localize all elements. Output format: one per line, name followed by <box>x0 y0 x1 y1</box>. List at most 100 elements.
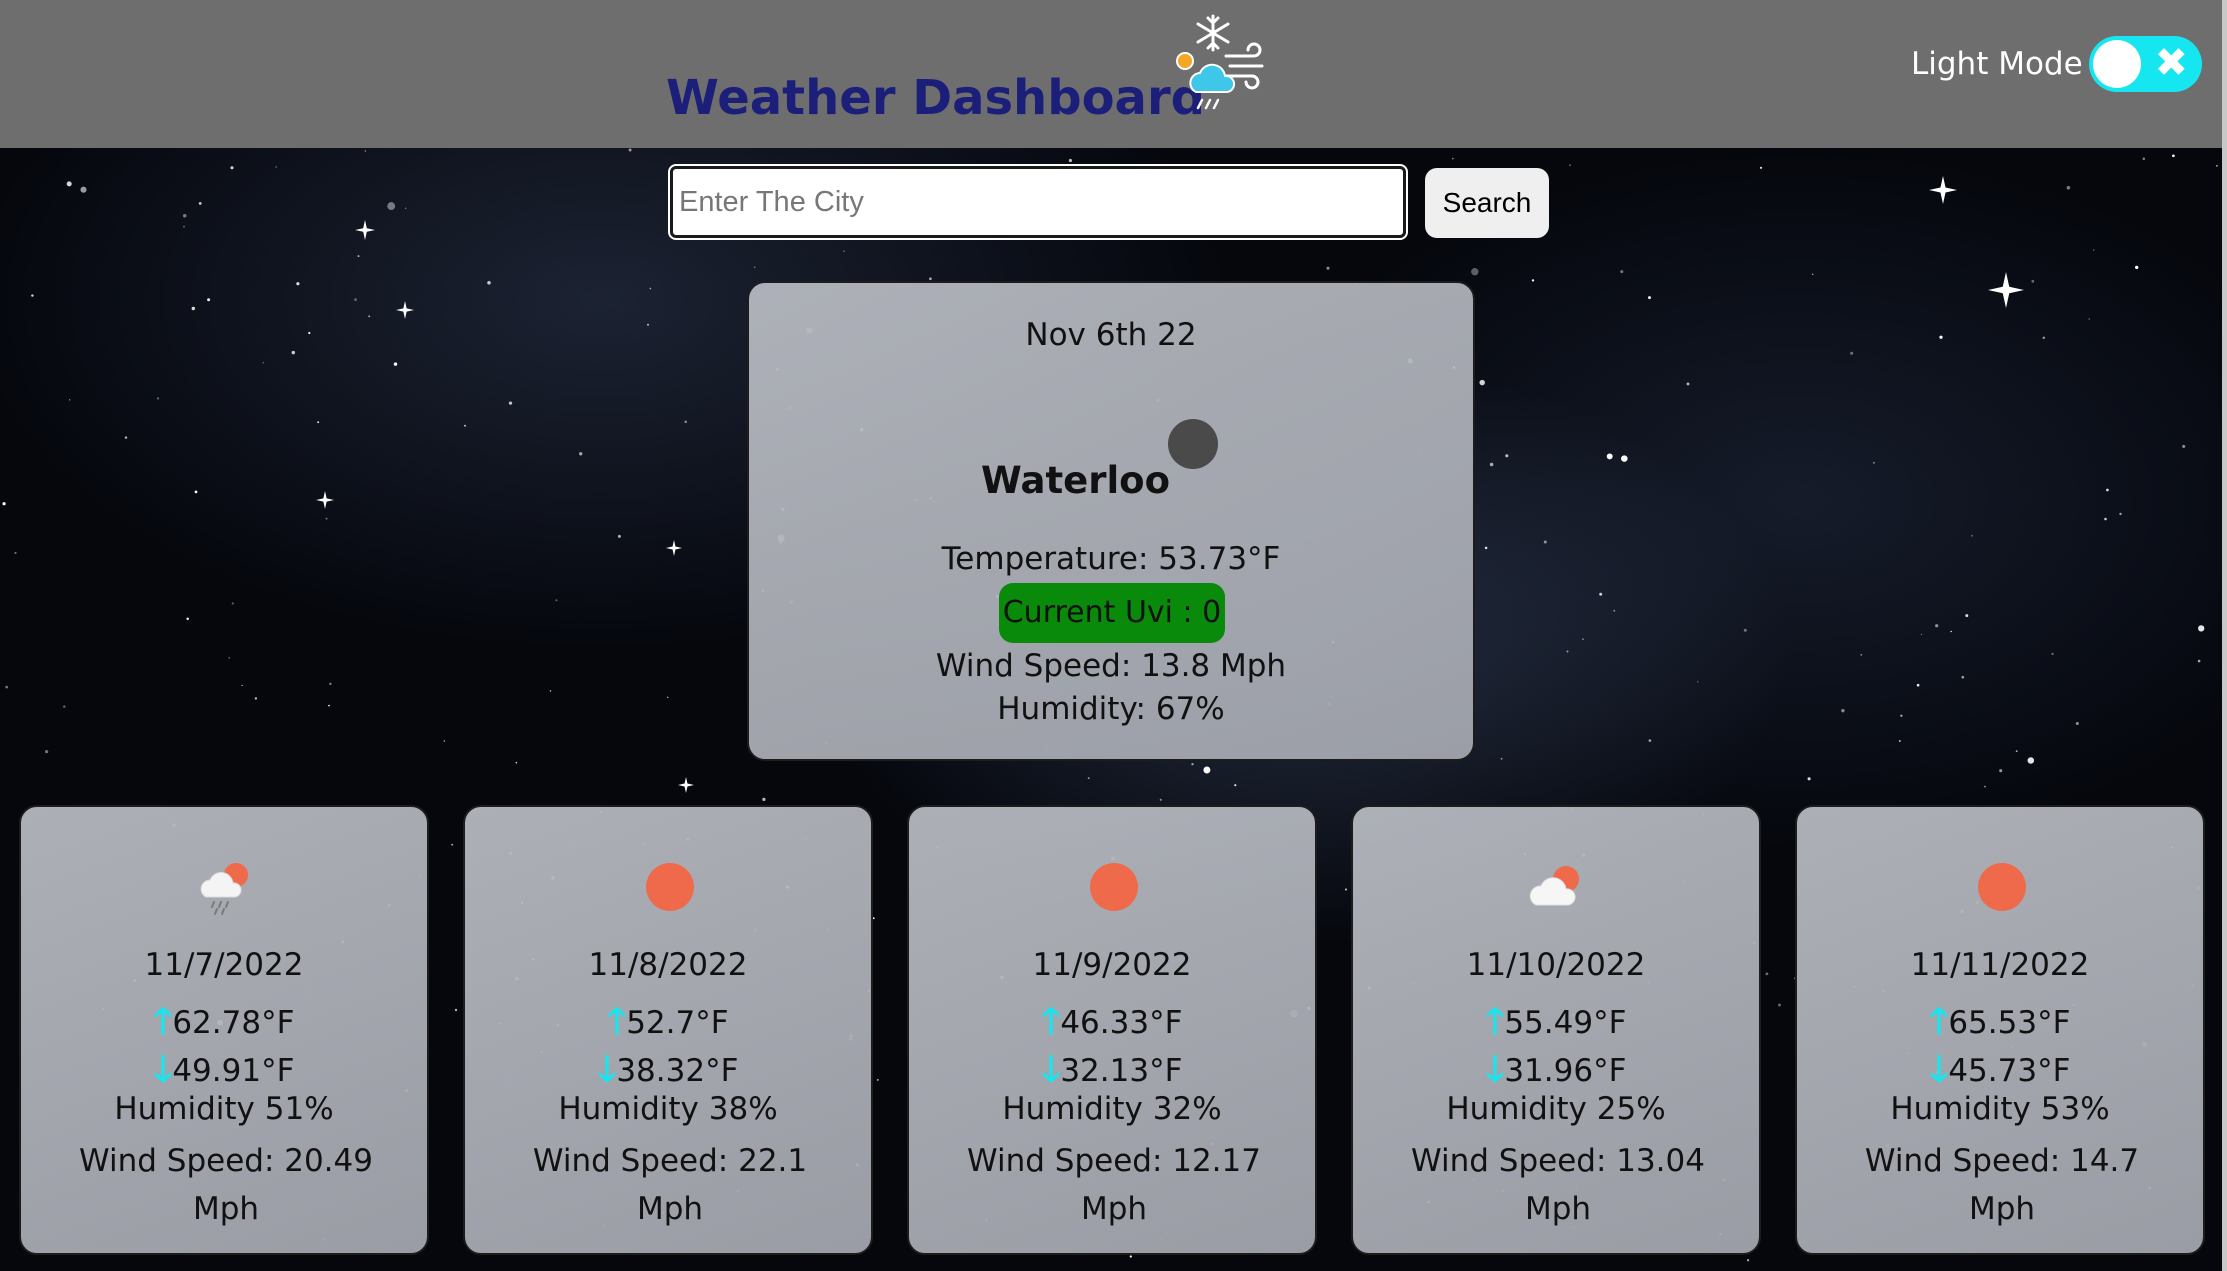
star <box>1841 709 1845 713</box>
star <box>182 213 187 218</box>
forecast-card-day-1: 11/7/2022 🡑62.78°F 🡓49.91°F Humidity 51%… <box>19 805 429 1255</box>
star <box>1500 757 1503 760</box>
star <box>308 331 311 335</box>
arrow-up-icon: 🡑 <box>607 1001 627 1042</box>
star <box>69 399 71 401</box>
forecast-date: 11/7/2022 <box>144 947 304 983</box>
star <box>617 534 621 538</box>
toggle-knob <box>2093 40 2141 88</box>
star <box>649 287 652 290</box>
scrollbar[interactable] <box>2222 0 2227 1271</box>
star <box>393 362 398 366</box>
current-humidity: Humidity: 67% <box>997 691 1225 727</box>
forecast-date: 11/11/2022 <box>1910 947 2090 983</box>
star <box>2042 336 2046 340</box>
forecast-card-day-3: 11/9/2022 🡑46.33°F 🡓32.13°F Humidity 32%… <box>907 805 1317 1255</box>
star <box>515 761 518 764</box>
forecast-card-day-5: 11/11/2022 🡑65.53°F 🡓45.73°F Humidity 53… <box>1795 805 2205 1255</box>
star <box>2197 659 2201 663</box>
star <box>228 657 230 659</box>
sun-icon <box>1090 863 1138 911</box>
forecast-wind-speed: Wind Speed: 22.1 Mph <box>532 1143 808 1227</box>
star <box>929 277 932 281</box>
arrow-down-icon: 🡓 <box>1929 1049 1949 1090</box>
star <box>183 225 185 228</box>
current-wind-speed: Wind Speed: 13.8 Mph <box>935 648 1287 684</box>
star <box>354 298 357 301</box>
star <box>2031 279 2035 283</box>
star <box>1697 681 1699 683</box>
toggle-x-icon: ✖ <box>2154 40 2188 86</box>
star <box>1746 1259 1750 1262</box>
city-name: Waterloo <box>981 459 1171 502</box>
star <box>207 298 211 302</box>
star <box>2066 186 2071 190</box>
arrow-up-icon: 🡑 <box>1485 1001 1505 1042</box>
star <box>156 397 160 400</box>
star <box>872 917 875 920</box>
city-search-input[interactable] <box>668 164 1408 240</box>
star <box>443 740 445 742</box>
star <box>2172 154 2175 158</box>
star <box>1686 382 1690 386</box>
star <box>1606 453 1613 460</box>
partly-cloudy-icon <box>1529 866 1579 906</box>
star <box>63 705 66 708</box>
star <box>2075 721 2079 726</box>
light-mode-toggle[interactable]: ✖ <box>2089 36 2202 92</box>
star <box>2216 165 2218 167</box>
star <box>1950 630 1952 633</box>
star <box>1505 454 1509 458</box>
sparkle-star <box>678 777 694 793</box>
star <box>329 682 332 686</box>
star <box>684 420 687 424</box>
forecast-date: 11/8/2022 <box>588 947 748 983</box>
star <box>44 749 49 754</box>
star <box>1743 628 1747 632</box>
star <box>1543 540 1547 544</box>
star <box>1531 279 1535 282</box>
arrow-down-icon: 🡓 <box>1485 1049 1505 1090</box>
star <box>1471 267 1479 276</box>
star <box>579 452 583 456</box>
star <box>1451 157 1454 160</box>
star <box>1850 351 1854 355</box>
star <box>1765 972 1769 976</box>
sparkle-star <box>355 220 375 240</box>
forecast-humidity: Humidity 25% <box>1446 1091 1666 1127</box>
star <box>876 1078 879 1081</box>
star <box>555 599 558 602</box>
star <box>1129 1255 1132 1258</box>
star <box>2051 652 2054 656</box>
star <box>357 255 360 258</box>
current-date: Nov 6th 22 <box>1025 317 1197 353</box>
star <box>191 306 196 311</box>
star <box>2198 625 2205 632</box>
star <box>2135 265 2139 270</box>
star <box>1759 166 1763 169</box>
star <box>387 202 396 211</box>
light-mode-label: Light Mode <box>1911 46 2083 82</box>
forecast-date: 11/10/2022 <box>1466 947 1646 983</box>
sun-icon <box>1978 863 2026 911</box>
star <box>1900 714 1903 717</box>
star <box>254 697 258 700</box>
star <box>451 843 454 846</box>
forecast-date: 11/9/2022 <box>1032 947 1192 983</box>
search-button[interactable]: Search <box>1425 168 1549 238</box>
star <box>1582 638 1584 640</box>
star <box>464 424 466 427</box>
forecast-wind-speed: Wind Speed: 13.04 Mph <box>1411 1143 1705 1227</box>
star <box>2104 517 2107 521</box>
star <box>231 602 234 605</box>
arrow-up-icon: 🡑 <box>1929 1001 1949 1042</box>
star <box>753 266 756 269</box>
current-weather-card: Nov 6th 22 Waterloo Temperature: 53.73°F… <box>747 281 1475 761</box>
star <box>1479 379 1485 386</box>
star <box>1203 766 1211 774</box>
star <box>1569 164 1571 166</box>
star <box>628 148 632 152</box>
forecast-humidity: Humidity 53% <box>1890 1091 2110 1127</box>
star <box>80 186 87 193</box>
star <box>325 517 328 520</box>
